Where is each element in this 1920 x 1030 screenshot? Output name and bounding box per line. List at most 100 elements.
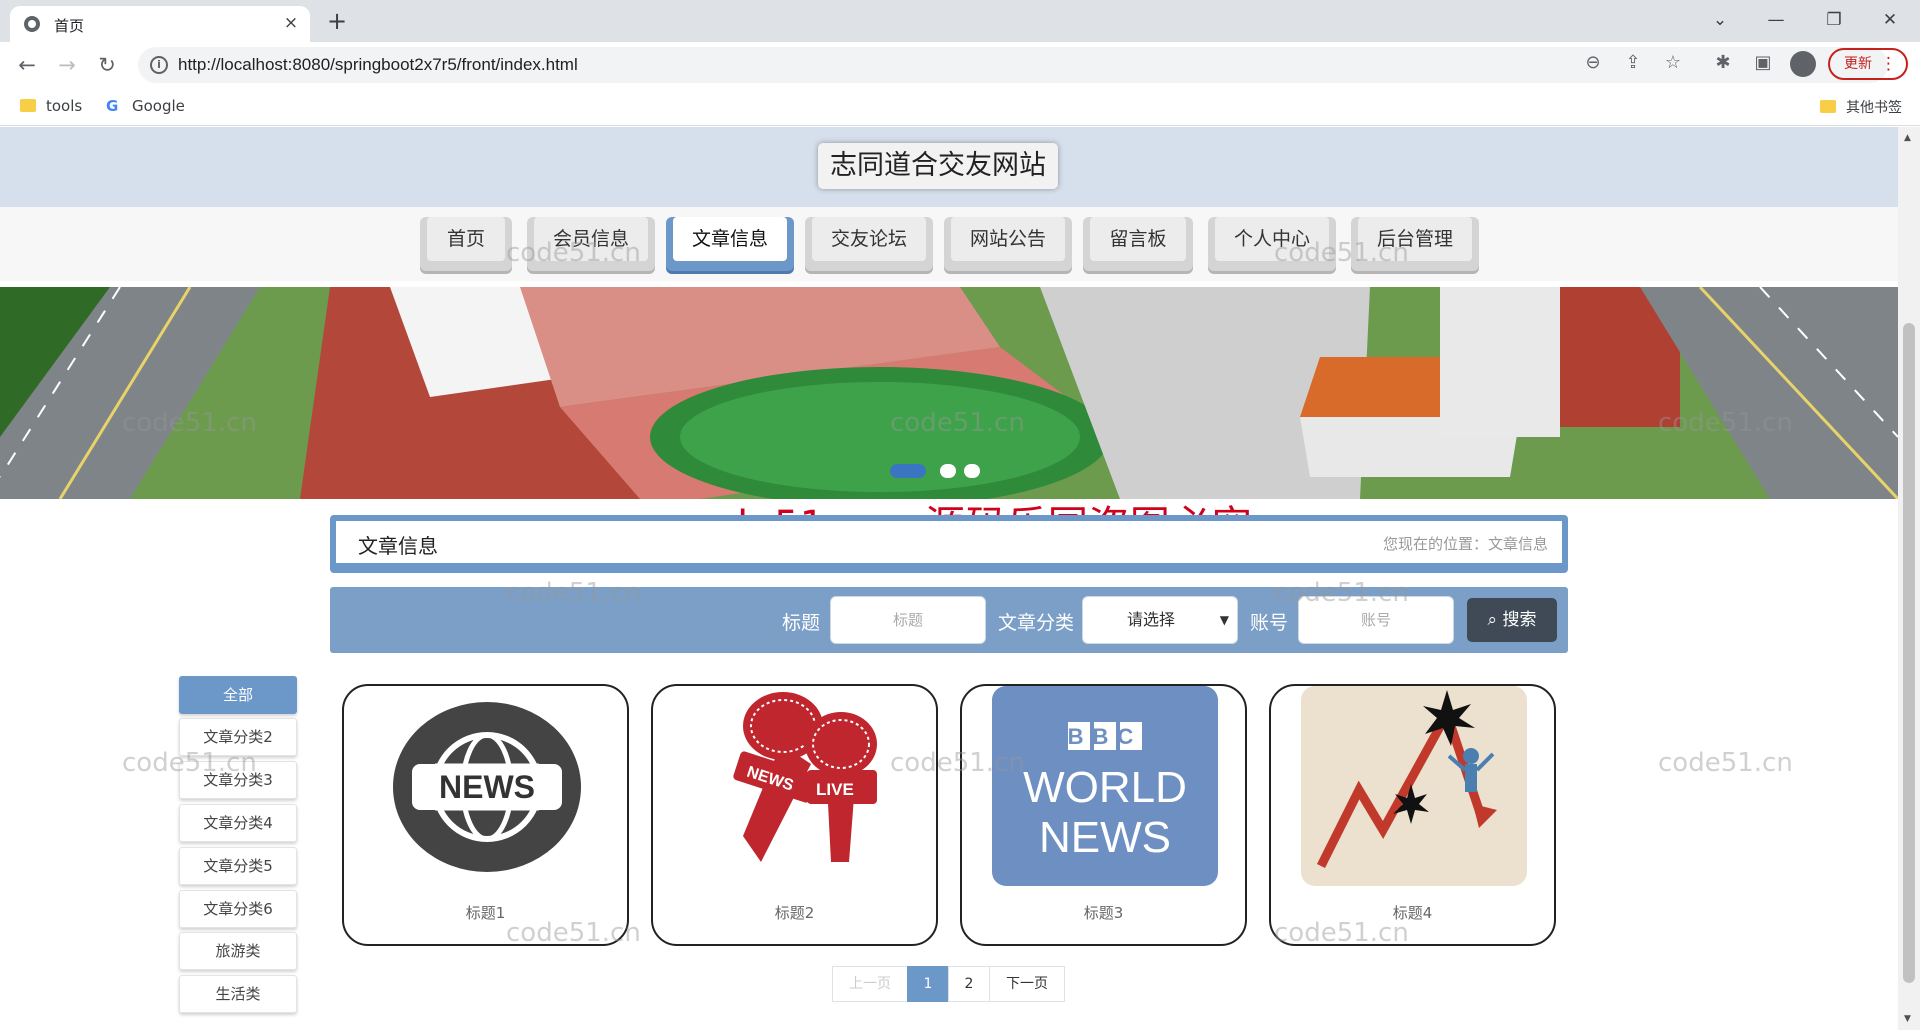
category-item[interactable]: 生活类 [179, 975, 297, 1013]
category-item[interactable]: 旅游类 [179, 932, 297, 970]
url-text[interactable]: http://localhost:8080/springboot2x7r5/fr… [178, 55, 578, 75]
title-search-label: 标题 [782, 612, 821, 634]
news-globe-icon: NEWS [393, 702, 581, 872]
scrollbar-thumb[interactable] [1903, 323, 1915, 983]
chevron-down-icon: ▼ [1219, 613, 1229, 627]
browser-tab[interactable]: 首页 × [10, 6, 310, 42]
bbc-world-news-logo: BBC WORLD NEWS [992, 686, 1218, 886]
nav-announcements[interactable]: 网站公告 [944, 217, 1072, 271]
account-search-input[interactable]: 账号 [1298, 596, 1454, 644]
forward-arrow-icon[interactable]: → [52, 51, 82, 79]
new-tab-button[interactable]: + [322, 8, 352, 36]
nav-profile[interactable]: 个人中心 [1208, 217, 1336, 271]
back-arrow-icon[interactable]: ← [12, 51, 42, 79]
category-item[interactable]: 文章分类3 [179, 761, 297, 799]
google-icon: G [106, 97, 119, 115]
category-item[interactable]: 文章分类5 [179, 847, 297, 885]
article-card[interactable]: NEWS 标题1 [342, 684, 629, 946]
browser-tab-strip: 首页 × + ⌄ — ❐ ✕ [0, 0, 1920, 42]
stock-crash-illustration [1301, 686, 1527, 886]
banner-dot-2[interactable] [940, 464, 956, 478]
article-title: 标题2 [774, 904, 815, 922]
bookmarks-bar: tools G Google 其他书签 [0, 88, 1920, 126]
article-card[interactable]: 标题4 [1269, 684, 1556, 946]
profile-avatar-icon[interactable] [1790, 51, 1816, 77]
close-window-button[interactable]: ✕ [1870, 6, 1910, 34]
category-item[interactable]: 文章分类2 [179, 718, 297, 756]
bookmark-google[interactable]: G Google [106, 97, 185, 115]
page-2-button[interactable]: 2 [948, 966, 990, 1002]
search-button-label: 搜索 [1502, 610, 1537, 630]
globe-icon [24, 16, 40, 32]
image-text: NEWS [1039, 813, 1171, 862]
reload-icon[interactable]: ↻ [92, 51, 122, 79]
nav-articles[interactable]: 文章信息 [666, 217, 794, 271]
update-label: 更新 [1844, 56, 1872, 72]
update-button[interactable]: 更新 ⋮ [1828, 48, 1908, 80]
page-1-button[interactable]: 1 [907, 966, 949, 1002]
extensions-icon[interactable]: ✱ [1710, 50, 1736, 76]
nav-home[interactable]: 首页 [420, 217, 512, 271]
breadcrumb: 您现在的位置：文章信息 [1382, 535, 1548, 553]
category-select-value: 请选择 [1127, 610, 1176, 629]
share-icon[interactable]: ⇪ [1620, 50, 1646, 76]
restore-button[interactable]: ❐ [1814, 6, 1854, 34]
tab-title: 首页 [54, 17, 85, 35]
image-text: LIVE [816, 780, 854, 799]
nav-members[interactable]: 会员信息 [527, 217, 655, 271]
image-text: WORLD [1023, 763, 1187, 812]
bookmark-tools[interactable]: tools [20, 97, 82, 115]
next-page-button[interactable]: 下一页 [989, 966, 1065, 1002]
side-panel-icon[interactable]: ▣ [1750, 50, 1776, 76]
article-title: 标题1 [465, 904, 506, 922]
search-button[interactable]: ⌕ 搜索 [1467, 598, 1557, 642]
folder-icon [20, 99, 36, 112]
bookmark-other[interactable]: 其他书签 [1820, 97, 1902, 117]
article-title: 标题4 [1392, 904, 1433, 922]
article-card[interactable]: BBC WORLD NEWS 标题3 [960, 684, 1247, 946]
category-select[interactable]: 请选择 ▼ [1082, 596, 1238, 644]
page-scrollbar[interactable]: ▲ ▼ [1898, 127, 1920, 1030]
search-icon: ⌕ [1487, 610, 1498, 630]
menu-dots-icon[interactable]: ⋮ [1880, 50, 1897, 78]
site-title: 志同道合交友网站 [818, 143, 1058, 189]
article-card[interactable]: NEWS LIVE 标题2 [651, 684, 938, 946]
bookmark-label: 其他书签 [1846, 100, 1902, 116]
category-search-label: 文章分类 [998, 612, 1075, 634]
image-text: NEWS [439, 769, 535, 805]
site-header: 志同道合交友网站 [0, 127, 1898, 207]
tab-search-icon[interactable]: ⌄ [1700, 6, 1740, 34]
section-header: 文章信息 您现在的位置：文章信息 [330, 515, 1568, 573]
search-bar: 标题 标题 文章分类 请选择 ▼ 账号 账号 ⌕ 搜索 [330, 587, 1568, 653]
browser-toolbar: ← → ↻ i http://localhost:8080/springboot… [0, 42, 1920, 88]
bookmark-label: tools [46, 97, 83, 115]
minimize-button[interactable]: — [1756, 6, 1796, 34]
bookmark-label: Google [132, 97, 185, 115]
tab-close-button[interactable]: × [280, 12, 302, 34]
category-all[interactable]: 全部 [179, 676, 297, 714]
banner-dot-1[interactable] [890, 464, 926, 478]
category-item[interactable]: 文章分类4 [179, 804, 297, 842]
nav-forum[interactable]: 交友论坛 [805, 217, 933, 271]
scroll-up-icon[interactable]: ▲ [1904, 133, 1911, 143]
zoom-icon[interactable]: ⊖ [1580, 50, 1606, 76]
watermark-text: code51.cn [1658, 748, 1793, 778]
image-text: BBC [1068, 724, 1143, 749]
banner-dot-3[interactable] [964, 464, 980, 478]
site-info-icon[interactable]: i [150, 56, 168, 74]
microphones-icon: NEWS LIVE [733, 692, 877, 862]
prev-page-button[interactable]: 上一页 [832, 966, 908, 1002]
nav-guestbook[interactable]: 留言板 [1083, 217, 1193, 271]
nav-admin[interactable]: 后台管理 [1351, 217, 1479, 271]
category-item[interactable]: 文章分类6 [179, 890, 297, 928]
section-title: 文章信息 [358, 534, 438, 558]
banner-carousel[interactable] [0, 287, 1898, 499]
article-title: 标题3 [1083, 904, 1124, 922]
scroll-down-icon[interactable]: ▼ [1904, 1014, 1911, 1024]
bookmark-star-icon[interactable]: ☆ [1660, 50, 1686, 76]
page-viewport: 志同道合交友网站 首页 会员信息 文章信息 交友论坛 网站公告 留言板 个人中心… [0, 127, 1898, 1030]
main-nav: 首页 会员信息 文章信息 交友论坛 网站公告 留言板 个人中心 后台管理 [0, 207, 1898, 281]
title-search-input[interactable]: 标题 [830, 596, 986, 644]
account-search-label: 账号 [1250, 612, 1289, 634]
folder-icon [1820, 100, 1836, 113]
